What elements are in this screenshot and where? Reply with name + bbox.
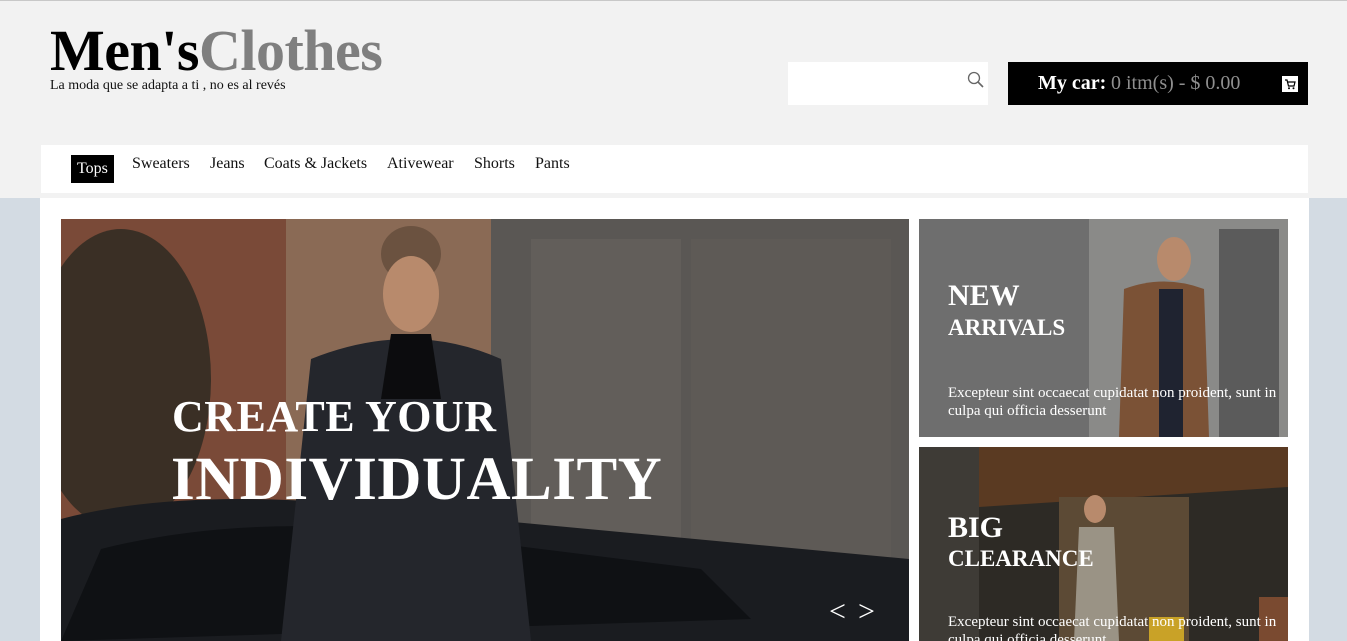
nav-item-ativewear[interactable]: Ativewear (387, 155, 454, 183)
promo-title-line1: BIG (948, 511, 1004, 544)
logo-men: Men's (50, 18, 199, 83)
hero-banner[interactable]: CREATE YOUR INDIVIDUALITY < > (61, 219, 909, 641)
category-nav: Tops Sweaters Jeans Coats & Jackets Ativ… (41, 145, 1308, 193)
carousel-prev-arrow[interactable]: < (829, 597, 846, 627)
nav-item-sweaters[interactable]: Sweaters (132, 155, 190, 183)
cart-button[interactable]: My car: 0 itm(s) - $ 0.00 (1008, 62, 1308, 105)
nav-item-coats-jackets[interactable]: Coats & Jackets (264, 155, 367, 183)
site-logo[interactable]: Men'sClothes (50, 22, 383, 80)
promo-title-line1: NEW (948, 279, 1020, 312)
nav-item-pants[interactable]: Pants (535, 155, 570, 183)
nav-item-shorts[interactable]: Shorts (474, 155, 515, 183)
nav-item-tops[interactable]: Tops (71, 155, 114, 183)
search-box (788, 62, 988, 105)
search-input[interactable] (788, 62, 958, 105)
promo-big-clearance[interactable]: BIG CLEARANCE Excepteur sint occaecat cu… (919, 447, 1288, 641)
promo-title-line2: CLEARANCE (948, 546, 1094, 571)
cart-summary: 0 itm(s) - $ 0.00 (1111, 72, 1241, 94)
search-icon[interactable] (966, 70, 986, 90)
hero-headline-2: INDIVIDUALITY (171, 446, 663, 513)
promo-title-line2: ARRIVALS (948, 315, 1066, 340)
tagline: La moda que se adapta a ti , no es al re… (50, 78, 286, 93)
promo-description: Excepteur sint occaecat cupidatat non pr… (948, 614, 1277, 641)
logo-clothes: Clothes (198, 18, 383, 83)
promo-new-arrivals[interactable]: NEW ARRIVALS Excepteur sint occaecat cup… (919, 219, 1288, 437)
cart-icon (1282, 76, 1298, 92)
carousel-next-arrow[interactable]: > (858, 597, 875, 627)
nav-item-jeans[interactable]: Jeans (210, 155, 245, 183)
cart-label: My car: (1038, 72, 1107, 94)
promo-description: Excepteur sint occaecat cupidatat non pr… (948, 385, 1277, 419)
hero-headline-1: CREATE YOUR (172, 392, 497, 441)
